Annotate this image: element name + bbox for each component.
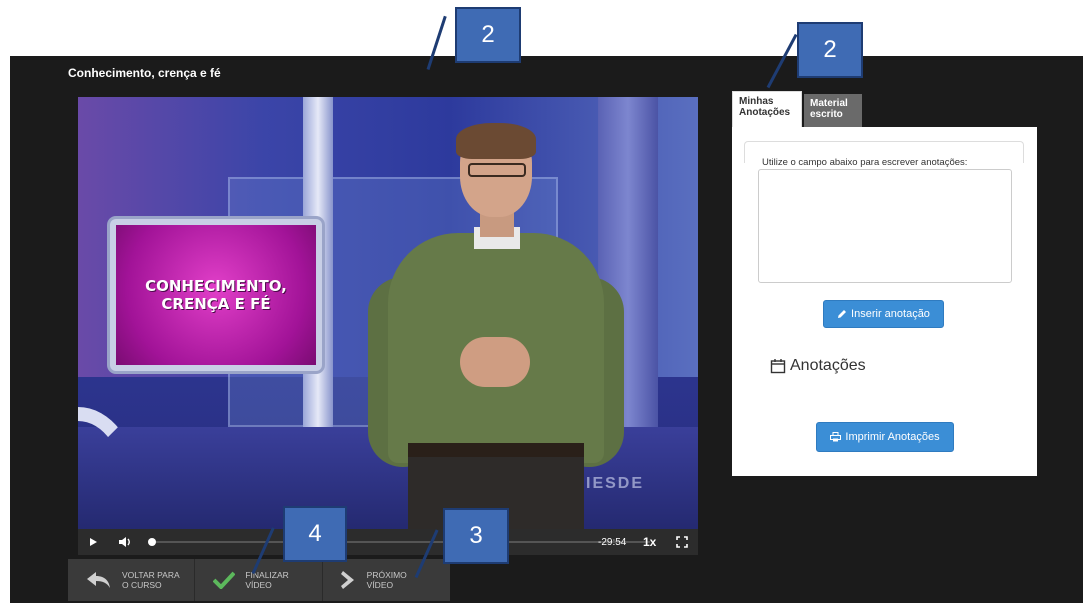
- pencil-icon: [838, 310, 847, 318]
- video-controls: -29:54 1x: [78, 529, 698, 555]
- volume-button[interactable]: [118, 529, 134, 555]
- playback-speed[interactable]: 1x: [643, 529, 656, 555]
- tab-my-notes[interactable]: Minhas Anotações: [732, 91, 802, 127]
- callout-badge: 4: [283, 506, 347, 562]
- video-title: Conhecimento, crença e fé: [68, 66, 221, 80]
- tv-screen: CONHECIMENTO, CRENÇA E FÉ: [116, 225, 316, 365]
- checkmark-icon: [213, 571, 236, 589]
- insert-note-label: Inserir anotação: [851, 308, 930, 320]
- callout-badge: 3: [443, 508, 509, 564]
- notes-heading: Anotações: [770, 357, 866, 375]
- time-remaining: -29:54: [598, 536, 627, 548]
- volume-icon: [119, 537, 130, 547]
- notes-hint: Utilize o campo abaixo para escrever ano…: [762, 157, 968, 168]
- channel-watermark: IESDE: [586, 475, 645, 492]
- play-icon: [90, 538, 97, 546]
- notes-textarea[interactable]: [758, 169, 1012, 283]
- progress-track[interactable]: [150, 541, 650, 543]
- chevron-right-icon: [340, 571, 354, 589]
- print-notes-button[interactable]: Imprimir Anotações: [816, 422, 954, 452]
- finish-video-button[interactable]: FINALIZAR VÍDEO: [195, 559, 323, 601]
- page-root: Conhecimento, crença e fé CONHECIMENTO, …: [0, 0, 1083, 603]
- tv-screen-text: CONHECIMENTO, CRENÇA E FÉ: [145, 277, 287, 313]
- video-player[interactable]: CONHECIMENTO, CRENÇA E FÉ IESDE: [78, 97, 698, 555]
- next-video-button[interactable]: PRÓXIMO VÍDEO: [323, 559, 450, 601]
- studio-tv: CONHECIMENTO, CRENÇA E FÉ: [110, 219, 322, 371]
- presenter-hair: [456, 123, 536, 159]
- back-to-course-button[interactable]: VOLTAR PARA O CURSO: [68, 559, 196, 601]
- back-to-course-label: VOLTAR PARA O CURSO: [122, 570, 180, 590]
- presenter-hands: [460, 337, 530, 387]
- bottom-nav: VOLTAR PARA O CURSO FINALIZAR VÍDEO PRÓX…: [68, 559, 450, 601]
- presenter-glasses: [468, 163, 526, 177]
- next-video-label: PRÓXIMO VÍDEO: [366, 570, 407, 590]
- notes-panel: Utilize o campo abaixo para escrever ano…: [732, 127, 1037, 476]
- callout-badge: 2: [797, 22, 863, 78]
- back-arrow-icon: [87, 572, 110, 588]
- printer-icon: [830, 432, 842, 442]
- play-button[interactable]: [88, 529, 100, 555]
- fullscreen-button[interactable]: [676, 529, 690, 555]
- notes-heading-label: Anotações: [790, 357, 866, 374]
- notes-tabs: Minhas Anotações Material escrito: [732, 91, 862, 127]
- print-notes-label: Imprimir Anotações: [845, 431, 940, 443]
- calendar-icon: [770, 359, 786, 374]
- tab-written-material[interactable]: Material escrito: [804, 94, 862, 127]
- callout-badge: 2: [455, 7, 521, 63]
- fullscreen-icon: [676, 536, 688, 548]
- progress-handle[interactable]: [148, 538, 156, 546]
- insert-note-button[interactable]: Inserir anotação: [823, 300, 944, 328]
